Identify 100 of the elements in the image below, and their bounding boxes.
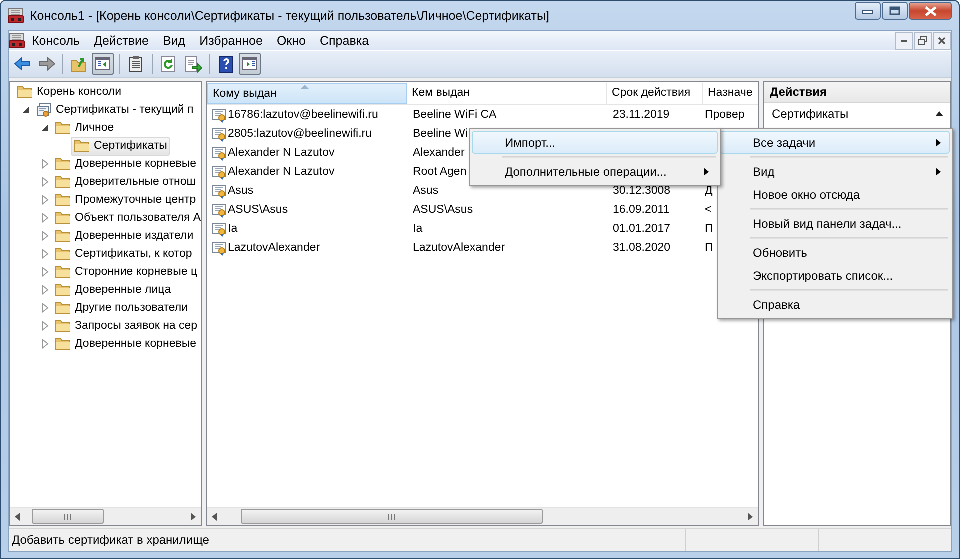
menu-item[interactable]: Справка — [313, 34, 376, 48]
table-cell: < — [705, 204, 712, 216]
minimize-button[interactable] — [895, 32, 913, 50]
collapse-arrow-icon[interactable] — [935, 111, 944, 117]
folder-icon — [55, 120, 71, 136]
certificate-icon — [211, 164, 227, 180]
tree-item[interactable]: Доверенные лица — [52, 280, 174, 300]
table-cell: 16.09.2011 — [613, 204, 670, 216]
submenu-arrow-icon — [704, 168, 709, 176]
restore-button[interactable] — [914, 32, 932, 50]
folder-icon — [17, 84, 33, 100]
tree-item[interactable]: Сторонние корневые ц — [52, 262, 201, 282]
folder-icon — [55, 282, 71, 298]
maximize-button[interactable] — [882, 2, 908, 20]
scroll-thumb[interactable] — [32, 509, 104, 524]
table-cell: ASUS\Asus — [228, 204, 288, 216]
minimize-button[interactable] — [855, 2, 881, 20]
tree-item[interactable]: Промежуточные центр — [52, 190, 200, 210]
table-cell: Beeline WiFi CA — [413, 108, 497, 120]
scroll-thumb[interactable] — [241, 509, 543, 524]
column-header[interactable]: Назначе — [703, 83, 758, 104]
folder-icon — [55, 246, 71, 262]
menu-item[interactable]: Вид — [720, 160, 950, 183]
tree-item[interactable]: Сертификаты - текущий п — [33, 100, 197, 120]
window-title: Консоль1 - [Корень консоли\Сертификаты - текущий пользователь\Личное\Сертификаты] — [30, 8, 550, 22]
certificate-icon — [211, 106, 227, 122]
scroll-left-icon[interactable] — [211, 512, 219, 520]
back-arrow-icon — [13, 55, 31, 73]
column-header[interactable]: Срок действия — [607, 83, 703, 104]
certificate-icon — [211, 182, 227, 198]
menu-item[interactable]: Вид — [156, 34, 193, 48]
menu-item[interactable]: Новое окно отсюда — [720, 183, 950, 206]
menu-item[interactable]: Дополнительные операции... — [472, 160, 718, 183]
menu-item[interactable]: Обновить — [720, 241, 950, 264]
certificate-store-icon — [36, 102, 52, 118]
table-cell: П — [705, 222, 714, 234]
folder-icon — [74, 138, 90, 154]
table-cell: 31.08.2020 — [613, 242, 671, 254]
table-cell: Ia — [413, 222, 423, 234]
menu-item[interactable]: Импорт... — [472, 131, 718, 154]
table-cell: ASUS\Asus — [413, 204, 474, 216]
close-button[interactable] — [909, 2, 952, 20]
certificate-icon — [211, 220, 227, 236]
menu-item[interactable]: Новый вид панели задач... — [720, 212, 950, 235]
clipboard-icon — [127, 55, 145, 73]
menu-item[interactable]: Окно — [270, 34, 313, 48]
tree-item[interactable]: Объект пользователя А — [52, 208, 204, 228]
grip-icon — [388, 514, 396, 520]
tree-item[interactable]: Сертификаты, к котор — [52, 244, 196, 264]
table-cell: Beeline Wi — [413, 128, 468, 140]
tree-pane-icon — [94, 55, 112, 73]
tree-item[interactable]: Доверенные издатели — [52, 226, 197, 246]
scroll-right-icon[interactable] — [746, 512, 754, 520]
tree-item[interactable]: Сертификаты — [71, 136, 170, 156]
horizontal-scrollbar[interactable] — [10, 507, 201, 525]
menu-item[interactable]: Экспортировать список... — [720, 264, 950, 287]
column-header[interactable]: Кем выдан — [407, 83, 607, 104]
refresh-icon — [160, 55, 178, 73]
export-list-icon — [184, 55, 202, 73]
forward-arrow-icon — [37, 55, 55, 73]
table-cell: LazutovAlexander — [228, 242, 320, 254]
table-cell: LazutovAlexander — [413, 242, 506, 254]
folder-icon — [55, 318, 71, 334]
scroll-left-icon[interactable] — [14, 512, 22, 520]
minimize-icon — [901, 40, 907, 42]
menu-item[interactable]: Справка — [720, 293, 950, 316]
section-title: Сертификаты — [772, 107, 849, 121]
table-cell: 30.12.3008 — [613, 184, 671, 196]
table-cell: Asus — [228, 184, 254, 196]
tree-item[interactable]: Другие пользователи — [52, 298, 192, 318]
folder-icon — [55, 264, 71, 280]
tree-item[interactable]: Запросы заявок на сер — [52, 316, 201, 336]
menu-item[interactable]: Все задачи — [720, 131, 950, 154]
tree-item[interactable]: Личное — [52, 118, 118, 138]
folder-icon — [55, 174, 71, 190]
action-pane-icon — [241, 55, 259, 73]
scroll-right-icon[interactable] — [189, 512, 197, 520]
help-icon — [217, 55, 235, 73]
table-cell: Alexander — [413, 146, 465, 158]
table-cell: Д — [705, 184, 713, 196]
menu-item[interactable]: Действие — [87, 34, 156, 48]
table-cell: 23.11.2019 — [613, 108, 670, 120]
table-cell: 16786:lazutov@beelinewifi.ru — [228, 108, 378, 120]
folder-up-icon — [70, 55, 88, 73]
close-button[interactable] — [933, 32, 951, 50]
table-cell: Alexander N Lazutov — [228, 166, 335, 178]
tree-item[interactable]: Доверенные корневые — [52, 334, 200, 354]
console-app-icon[interactable] — [9, 32, 25, 48]
certificate-icon — [211, 240, 227, 256]
close-icon — [938, 36, 946, 44]
menu-item[interactable]: Консоль — [25, 34, 88, 48]
status-text: Добавить сертификат в хранилище — [11, 532, 210, 549]
column-header[interactable]: Кому выдан — [207, 83, 407, 104]
tree-item[interactable]: Доверительные отнош — [52, 172, 199, 192]
folder-icon — [55, 210, 71, 226]
tree-item[interactable]: Доверенные корневые — [52, 154, 200, 174]
tree-item[interactable]: Корень консоли — [14, 82, 124, 102]
horizontal-scrollbar[interactable] — [207, 507, 758, 525]
table-cell: Ia — [228, 222, 238, 234]
menu-item[interactable]: Избранное — [192, 34, 270, 48]
